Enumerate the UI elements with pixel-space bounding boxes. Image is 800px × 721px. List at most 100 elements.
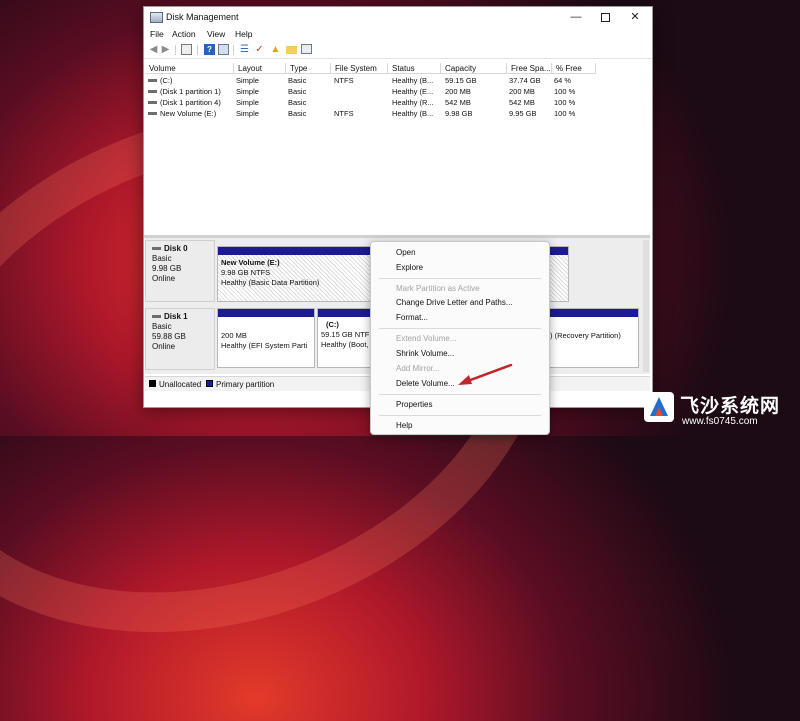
partition-efi-system[interactable]: 200 MB Healthy (EFI System Parti <box>217 308 315 368</box>
properties-icon[interactable] <box>301 44 312 54</box>
volume-status: Healthy (R... <box>392 98 434 107</box>
menu-item-extend-volume: Extend Volume... <box>396 334 457 343</box>
menu-item-delete-volume[interactable]: Delete Volume... <box>396 379 455 388</box>
volume-free-space: 542 MB <box>509 98 535 107</box>
volume-type: Basic <box>288 109 307 118</box>
settings-icon[interactable]: ☰ <box>239 44 250 55</box>
drive-icon <box>148 101 157 104</box>
disk-type: Basic <box>152 254 172 263</box>
volume-layout: Simple <box>236 109 259 118</box>
partition-c-drive[interactable]: (C:) 59.15 GB NTFS Healthy (Boot, <box>317 308 375 368</box>
col-header-percent-free[interactable]: % Free <box>552 63 596 74</box>
volume-status: Healthy (B... <box>392 76 434 85</box>
volume-capacity: 9.98 GB <box>445 109 473 118</box>
volume-row[interactable]: (Disk 1 partition 1) Simple Basic Health… <box>145 86 650 97</box>
menu-item-change-drive-letter[interactable]: Change Drive Letter and Paths... <box>396 298 513 307</box>
volume-type: Basic <box>288 98 307 107</box>
disk-1-label[interactable]: Disk 1 Basic 59.88 GB Online <box>145 308 215 370</box>
disk-management-app-icon <box>150 12 163 23</box>
graph-scrollbar[interactable] <box>643 240 649 372</box>
volume-layout: Simple <box>236 87 259 96</box>
disk-name: Disk 1 <box>164 312 188 321</box>
partition-size: 200 MB <box>221 331 247 340</box>
close-button[interactable]: ✕ <box>621 9 649 25</box>
volume-name: New Volume (E:) <box>160 109 217 118</box>
disk-icon <box>152 247 161 251</box>
menu-item-open[interactable]: Open <box>396 248 416 257</box>
disk-size: 9.98 GB <box>152 264 182 273</box>
menu-action[interactable]: Action <box>172 29 196 39</box>
watermark-url: www.fs0745.com <box>682 416 758 427</box>
volume-status: Healthy (B... <box>392 109 434 118</box>
menu-item-help[interactable]: Help <box>396 421 412 430</box>
menu-separator <box>379 394 541 395</box>
partition-status: ) (Recovery Partition) <box>550 331 621 340</box>
partition-status: Healthy (EFI System Parti <box>221 341 308 350</box>
volume-capacity: 542 MB <box>445 98 471 107</box>
volume-type: Basic <box>288 87 307 96</box>
partition-recovery[interactable]: ) (Recovery Partition) <box>541 308 639 368</box>
col-header-free-space[interactable]: Free Spa... <box>507 63 552 74</box>
volume-percent-free: 100 % <box>554 98 576 107</box>
partition-size: 9.98 GB NTFS <box>221 268 271 277</box>
volume-name: (Disk 1 partition 4) <box>160 98 221 107</box>
volume-name: (Disk 1 partition 1) <box>160 87 221 96</box>
volume-list: Volume Layout Type File System Status Ca… <box>145 63 650 235</box>
col-header-layout[interactable]: Layout <box>234 63 286 74</box>
menu-file[interactable]: File <box>150 29 164 39</box>
primary-partition-swatch <box>206 380 213 387</box>
menu-item-format[interactable]: Format... <box>396 313 428 322</box>
legend-unallocated: Unallocated <box>159 380 202 389</box>
minimize-button[interactable]: — <box>562 9 590 25</box>
menu-item-properties[interactable]: Properties <box>396 400 432 409</box>
folder-icon[interactable] <box>286 46 297 54</box>
partition-name: (C:) <box>326 320 339 329</box>
unallocated-swatch <box>149 380 156 387</box>
forward-arrow-icon[interactable]: ▶ <box>160 44 171 55</box>
col-header-type[interactable]: Type <box>286 63 331 74</box>
partition-name: New Volume (E:) <box>221 258 280 267</box>
menu-help[interactable]: Help <box>235 29 252 39</box>
col-header-volume[interactable]: Volume <box>145 63 234 74</box>
disk-type: Basic <box>152 322 172 331</box>
partition-status: Healthy (Basic Data Partition) <box>221 278 320 287</box>
title-bar[interactable]: Disk Management — ✕ <box>144 7 652 27</box>
volume-row[interactable]: (C:) Simple Basic NTFS Healthy (B... 59.… <box>145 75 650 86</box>
up-arrow-icon[interactable]: ▲ <box>270 44 281 55</box>
help-icon[interactable]: ? <box>204 44 215 55</box>
maximize-button[interactable] <box>591 9 619 25</box>
volume-percent-free: 100 % <box>554 109 576 118</box>
back-arrow-icon[interactable]: ◀ <box>148 44 159 55</box>
volume-name: (C:) <box>160 76 173 85</box>
toolbar-separator <box>233 45 234 55</box>
disk-icon <box>152 315 161 319</box>
menu-item-explore[interactable]: Explore <box>396 263 423 272</box>
disk-0-label[interactable]: Disk 0 Basic 9.98 GB Online <box>145 240 215 302</box>
toolbar-separator <box>175 45 176 55</box>
col-header-status[interactable]: Status <box>388 63 441 74</box>
menu-item-shrink-volume[interactable]: Shrink Volume... <box>396 349 454 358</box>
volume-status: Healthy (E... <box>392 87 434 96</box>
check-icon[interactable]: ✓ <box>254 44 265 55</box>
menu-separator <box>379 328 541 329</box>
volume-list-icon[interactable] <box>181 44 192 55</box>
volume-type: Basic <box>288 76 307 85</box>
window-title: Disk Management <box>166 12 239 22</box>
context-menu: Open Explore Mark Partition as Active Ch… <box>370 241 550 435</box>
menu-view[interactable]: View <box>207 29 225 39</box>
partition-color-bar <box>542 309 638 317</box>
col-header-file-system[interactable]: File System <box>331 63 388 74</box>
menu-bar: File Action View Help <box>144 27 652 41</box>
partition-size: 59.15 GB NTFS <box>321 330 375 339</box>
site-watermark: 飞沙系统网 www.fs0745.com <box>640 388 800 436</box>
col-header-capacity[interactable]: Capacity <box>441 63 507 74</box>
volume-file-system: NTFS <box>334 109 354 118</box>
volume-row[interactable]: New Volume (E:) Simple Basic NTFS Health… <box>145 108 650 119</box>
disk-properties-icon[interactable] <box>218 44 229 55</box>
legend-primary-partition: Primary partition <box>216 380 275 389</box>
partition-color-bar <box>318 309 372 317</box>
disk-status: Online <box>152 342 176 351</box>
volume-row[interactable]: (Disk 1 partition 4) Simple Basic Health… <box>145 97 650 108</box>
menu-item-mark-active: Mark Partition as Active <box>396 284 480 293</box>
menu-item-add-mirror: Add Mirror... <box>396 364 440 373</box>
